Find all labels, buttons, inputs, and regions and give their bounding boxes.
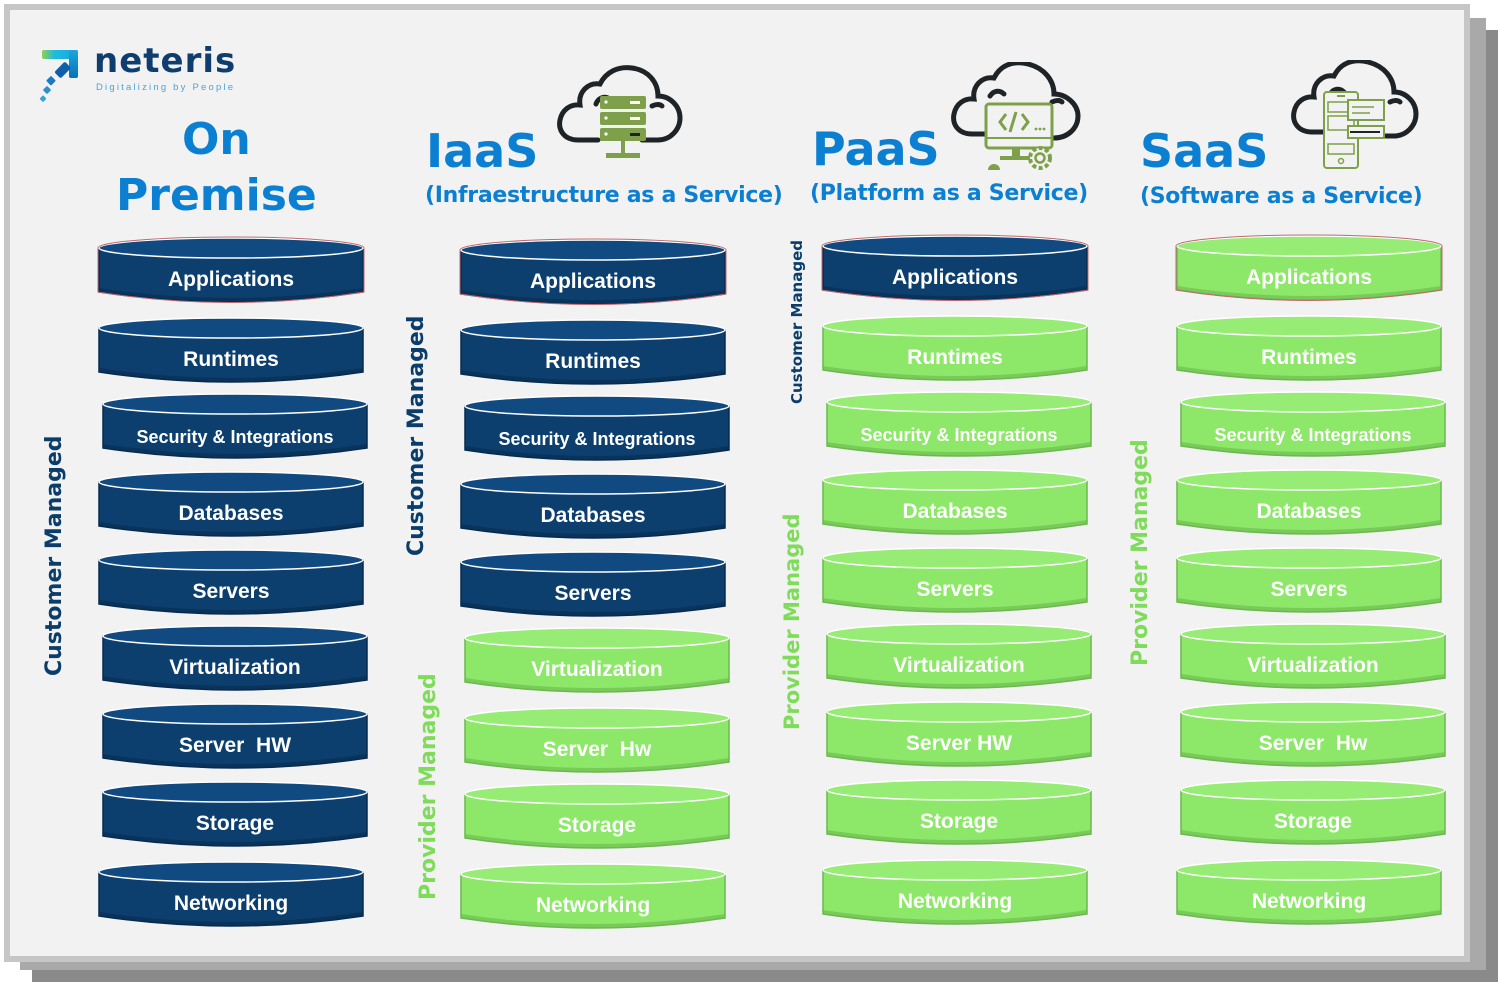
layer-on-premise-server-hw: Server HW bbox=[102, 702, 368, 772]
layer-label: Runtimes bbox=[183, 348, 279, 371]
layer-label: Security & Integrations bbox=[136, 427, 334, 447]
layer-iaas-networking: Networking bbox=[460, 862, 726, 932]
layer-label: Networking bbox=[535, 894, 651, 917]
layer-label: Virtualization bbox=[1247, 654, 1379, 677]
subtitle-paas: (Platform as a Service) bbox=[810, 181, 1088, 206]
layer-label: Virtualization bbox=[531, 658, 663, 681]
layer-on-premise-security-integrations: Security & Integrations bbox=[102, 392, 368, 462]
layer-label: Databases bbox=[1256, 500, 1362, 523]
brand-tagline: Digitalizing by People bbox=[96, 82, 236, 93]
layer-label: Applications bbox=[529, 270, 656, 293]
layer-label: Virtualization bbox=[893, 654, 1025, 677]
title-on-premise-line1: On bbox=[182, 114, 251, 165]
layer-saas-server-hw: Server Hw bbox=[1180, 700, 1446, 770]
cloud-server-icon bbox=[557, 65, 683, 158]
label-iaas-provider-managed: Provider Managed bbox=[416, 673, 441, 900]
brand-name: neteris bbox=[94, 41, 237, 81]
layer-iaas-security-integrations: Security & Integrations bbox=[464, 394, 730, 464]
layer-on-premise-networking: Networking bbox=[98, 860, 364, 930]
layer-iaas-virtualization: Virtualization bbox=[464, 626, 730, 696]
label-paas-customer-managed: Customer Managed bbox=[788, 239, 806, 404]
layer-saas-runtimes: Runtimes bbox=[1176, 314, 1442, 384]
layer-label: Servers bbox=[1270, 578, 1348, 601]
label-iaas-customer-managed: Customer Managed bbox=[404, 315, 429, 556]
layer-label: Server Hw bbox=[542, 738, 652, 761]
layer-on-premise-servers: Servers bbox=[98, 548, 364, 618]
layer-label: Servers bbox=[916, 578, 994, 601]
layer-label: Storage bbox=[919, 810, 999, 833]
title-on-premise-line2: Premise bbox=[116, 170, 317, 221]
layer-label: Applications bbox=[891, 266, 1018, 289]
layer-label: Networking bbox=[173, 892, 289, 915]
title-saas: SaaS bbox=[1140, 124, 1269, 178]
subtitle-saas: (Software as a Service) bbox=[1140, 184, 1423, 209]
neteris-arrow-icon bbox=[39, 50, 78, 102]
layer-label: Servers bbox=[554, 582, 632, 605]
layer-on-premise-virtualization: Virtualization bbox=[102, 624, 368, 694]
layer-label: Security & Integrations bbox=[860, 425, 1058, 445]
layer-label: Networking bbox=[1251, 890, 1367, 913]
layer-label: Runtimes bbox=[545, 350, 641, 373]
label-saas-provider-managed: Provider Managed bbox=[1128, 439, 1153, 666]
layer-on-premise-storage: Storage bbox=[102, 780, 368, 850]
layer-iaas-servers: Servers bbox=[460, 550, 726, 620]
title-iaas: IaaS bbox=[426, 124, 539, 178]
title-paas: PaaS bbox=[812, 122, 940, 176]
neteris-logo: neteris Digitalizing by People bbox=[38, 41, 258, 104]
layer-label: Servers bbox=[192, 580, 270, 603]
layer-paas-security-integrations: Security & Integrations bbox=[826, 390, 1092, 460]
layer-paas-servers: Servers bbox=[822, 546, 1088, 616]
layer-label: Databases bbox=[902, 500, 1008, 523]
layer-on-premise-runtimes: Runtimes bbox=[98, 316, 364, 386]
label-on-premise-customer-managed: Customer Managed bbox=[42, 435, 67, 676]
layer-label: Server HW bbox=[178, 734, 292, 757]
layer-label: Storage bbox=[557, 814, 637, 837]
layer-paas-storage: Storage bbox=[826, 778, 1092, 848]
layer-iaas-runtimes: Runtimes bbox=[460, 318, 726, 388]
layer-paas-server-hw: Server HW bbox=[826, 700, 1092, 770]
layer-on-premise-databases: Databases bbox=[98, 470, 364, 540]
layer-paas-virtualization: Virtualization bbox=[826, 622, 1092, 692]
layer-saas-databases: Databases bbox=[1176, 468, 1442, 538]
layer-paas-databases: Databases bbox=[822, 468, 1088, 538]
layer-label: Runtimes bbox=[907, 346, 1003, 369]
layer-saas-virtualization: Virtualization bbox=[1180, 622, 1446, 692]
layer-on-premise-applications: Applications bbox=[97, 236, 365, 306]
layer-paas-runtimes: Runtimes bbox=[822, 314, 1088, 384]
layer-label: Applications bbox=[167, 268, 294, 291]
layer-iaas-server-hw: Server Hw bbox=[464, 706, 730, 776]
layer-saas-applications: Applications bbox=[1175, 234, 1443, 304]
layer-iaas-storage: Storage bbox=[464, 782, 730, 852]
layer-label: Storage bbox=[195, 812, 275, 835]
layer-label: Networking bbox=[897, 890, 1013, 913]
layer-iaas-applications: Applications bbox=[459, 238, 727, 308]
cloud-app-icon bbox=[1291, 60, 1419, 169]
layer-saas-servers: Servers bbox=[1176, 546, 1442, 616]
layer-label: Security & Integrations bbox=[1214, 425, 1412, 445]
layer-label: Applications bbox=[1245, 266, 1372, 289]
subtitle-iaas: (Infraestructure as a Service) bbox=[425, 183, 783, 208]
layer-label: Runtimes bbox=[1261, 346, 1357, 369]
layer-paas-networking: Networking bbox=[822, 858, 1088, 928]
layer-label: Databases bbox=[540, 504, 646, 527]
layer-saas-networking: Networking bbox=[1176, 858, 1442, 928]
cloud-code-icon bbox=[951, 62, 1081, 170]
layer-iaas-databases: Databases bbox=[460, 472, 726, 542]
layer-label: Security & Integrations bbox=[498, 429, 696, 449]
layer-saas-storage: Storage bbox=[1180, 778, 1446, 848]
layer-label: Databases bbox=[178, 502, 284, 525]
layer-label: Server HW bbox=[905, 732, 1013, 755]
label-paas-provider-managed: Provider Managed bbox=[780, 513, 804, 730]
layer-label: Server Hw bbox=[1258, 732, 1368, 755]
layer-saas-security-integrations: Security & Integrations bbox=[1180, 390, 1446, 460]
layer-label: Storage bbox=[1273, 810, 1353, 833]
layer-paas-applications: Applications bbox=[821, 234, 1089, 304]
layer-label: Virtualization bbox=[169, 656, 301, 679]
